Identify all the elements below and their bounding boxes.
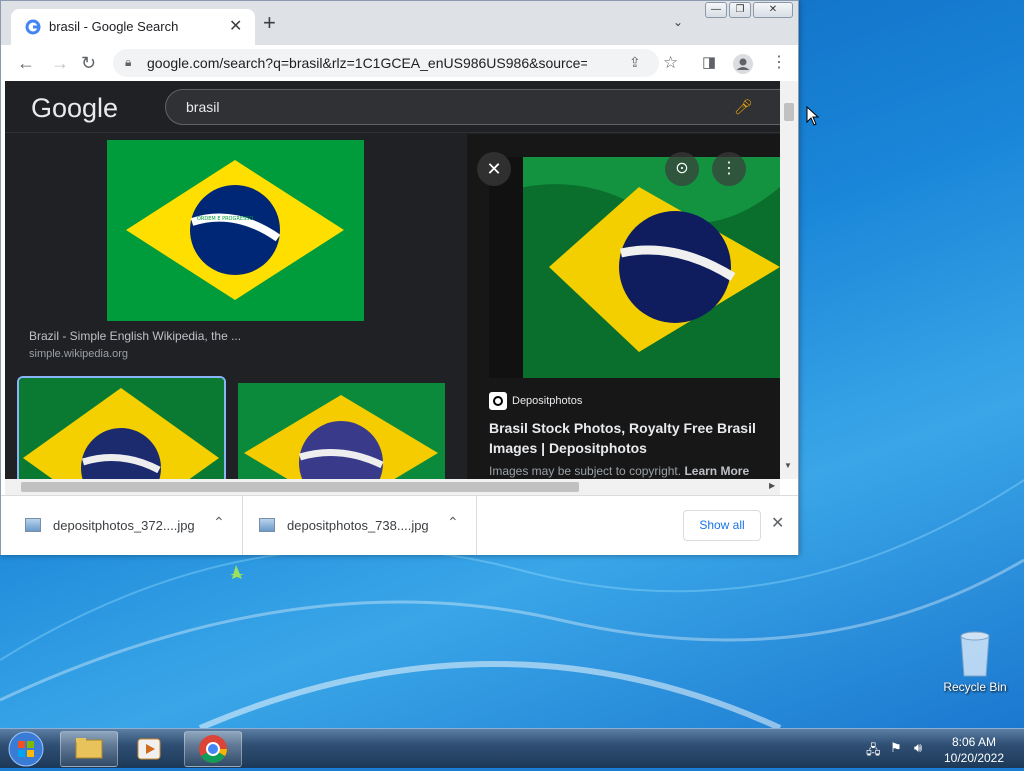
preview-title-line1: Brasil Stock Photos, Royalty Free Brasil (489, 420, 756, 436)
chrome-taskbar-button[interactable] (184, 731, 242, 767)
scroll-down-arrow-icon[interactable]: ▼ (784, 461, 792, 470)
image-file-icon (259, 518, 275, 532)
mouse-cursor-icon (806, 106, 820, 126)
result-image-depositphotos-2[interactable] (238, 383, 445, 479)
folder-icon (75, 738, 103, 759)
preview-image[interactable] (489, 157, 780, 378)
download-bar-close-icon[interactable]: ✕ (771, 513, 784, 533)
download-bar: depositphotos_372....jpg ⌃ depositphotos… (1, 495, 798, 555)
tab-title: brasil - Google Search (49, 19, 179, 34)
forward-arrow-icon[interactable]: → (51, 51, 69, 75)
tab-close-icon[interactable]: ✕ (229, 16, 242, 36)
media-player-taskbar-button[interactable] (121, 731, 179, 767)
explorer-taskbar-button[interactable] (60, 731, 118, 767)
vscroll-thumb[interactable] (784, 103, 794, 121)
flag-motto: ORDEM E PROGRESSO (197, 216, 253, 222)
result-image-wiki-flag[interactable]: ORDEM E PROGRESSO (107, 140, 364, 321)
show-all-button[interactable]: Show all (683, 510, 761, 541)
recycle-bin-label: Recycle Bin (943, 680, 1007, 694)
recycle-bin-icon (960, 631, 990, 677)
start-button-icon[interactable] (6, 730, 46, 768)
browser-toolbar: ← → ↻ 🔒︎ google.com/search?q=brasil&rlz=… (1, 45, 798, 81)
download-item[interactable]: depositphotos_372....jpg ⌃ (1, 496, 243, 555)
image-file-icon (25, 518, 41, 532)
google-favicon-icon (25, 19, 41, 35)
result-thumb-selected[interactable] (17, 376, 226, 479)
chrome-icon (199, 735, 227, 763)
minimize-button[interactable]: — (705, 2, 727, 18)
network-icon[interactable]: 🖧︎ (866, 741, 881, 763)
system-clock[interactable]: 8:06 AM 10/20/2022 (936, 734, 1012, 766)
page-viewport: Google brasil 🎤︎ ORDEM E PROGRESSO Brazi… (5, 81, 780, 479)
new-tab-button[interactable]: + (263, 12, 276, 34)
reload-icon[interactable]: ↻ (81, 51, 96, 75)
action-center-flag-icon[interactable]: ⚑ (890, 740, 902, 756)
image-preview-panel: ✕ ⊙ ⋮ Depositphotos Brasil Stock Photos,… (467, 134, 780, 479)
preview-source[interactable]: Depositphotos (512, 395, 582, 407)
mic-icon[interactable]: 🎤︎ (734, 98, 753, 116)
download-filename: depositphotos_372....jpg (53, 518, 195, 533)
hscroll-thumb[interactable] (21, 482, 579, 492)
tab-search-icon[interactable]: ⌄ (673, 15, 683, 29)
lock-icon: 🔒︎ (125, 55, 132, 69)
media-player-icon (137, 738, 161, 760)
chrome-window: brasil - Google Search ✕ + ⌄ — ❐ ✕ ← → ↻… (0, 0, 799, 555)
result-source[interactable]: simple.wikipedia.org (29, 348, 128, 360)
preview-title[interactable]: Brasil Stock Photos, Royalty Free Brasil… (489, 418, 779, 458)
back-arrow-icon[interactable]: ← (17, 51, 35, 75)
window-close-button[interactable]: ✕ (753, 2, 793, 18)
image-results: ORDEM E PROGRESSO Brazil - Simple Englis… (5, 134, 467, 479)
clock-time: 8:06 AM (951, 735, 997, 749)
tab-strip: brasil - Google Search ✕ + ⌄ — ❐ ✕ (1, 1, 798, 45)
chevron-up-icon[interactable]: ⌃ (447, 514, 459, 531)
result-caption[interactable]: Brazil - Simple English Wikipedia, the .… (29, 329, 241, 343)
maximize-button[interactable]: ❐ (729, 2, 751, 18)
bookmark-star-icon[interactable]: ☆ (663, 51, 678, 75)
preview-title-line2: Images | Depositphotos (489, 440, 647, 456)
share-icon[interactable]: ⇪ (629, 54, 641, 71)
depositphotos-logo-icon (489, 392, 507, 410)
google-logo[interactable]: Google (31, 93, 118, 124)
browser-tab[interactable]: brasil - Google Search ✕ (11, 9, 255, 45)
clock-date: 10/20/2022 (943, 751, 1005, 765)
chevron-up-icon[interactable]: ⌃ (213, 514, 225, 531)
result-image-depositphotos-1 (19, 378, 224, 479)
scroll-right-arrow-icon[interactable]: ▶ (769, 481, 775, 490)
learn-more-link[interactable]: Learn More (684, 464, 749, 478)
profile-avatar-icon[interactable] (733, 54, 753, 74)
lens-search-icon[interactable]: ⊙ (665, 152, 699, 186)
copyright-text: Images may be subject to copyright. (489, 464, 682, 478)
search-box[interactable]: brasil 🎤︎ (165, 89, 780, 125)
side-panel-icon[interactable]: ◨ (702, 51, 716, 75)
copyright-notice: Images may be subject to copyright. Lear… (489, 464, 749, 478)
download-item[interactable]: depositphotos_738....jpg ⌃ (243, 496, 477, 555)
url-text: google.com/search?q=brasil&rlz=1C1GCEA_e… (147, 55, 587, 71)
preview-close-icon[interactable]: ✕ (477, 152, 511, 186)
taskbar: 🖧︎ ⚑ 🔊︎ 8:06 AM 10/20/2022 (0, 728, 1024, 768)
google-header: Google brasil 🎤︎ (5, 81, 780, 133)
volume-icon[interactable]: 🔊︎ (914, 740, 922, 756)
search-query: brasil (186, 99, 220, 115)
more-options-icon[interactable]: ⋮ (712, 152, 746, 186)
recycle-bin-shortcut[interactable]: Recycle Bin (940, 630, 1010, 694)
address-bar[interactable]: 🔒︎ google.com/search?q=brasil&rlz=1C1GCE… (113, 49, 659, 77)
menu-kebab-icon[interactable]: ⋮ (771, 51, 787, 75)
vertical-scrollbar[interactable]: ▼ (780, 81, 798, 479)
download-filename: depositphotos_738....jpg (287, 518, 429, 533)
horizontal-scrollbar[interactable]: ▶ (5, 479, 780, 495)
